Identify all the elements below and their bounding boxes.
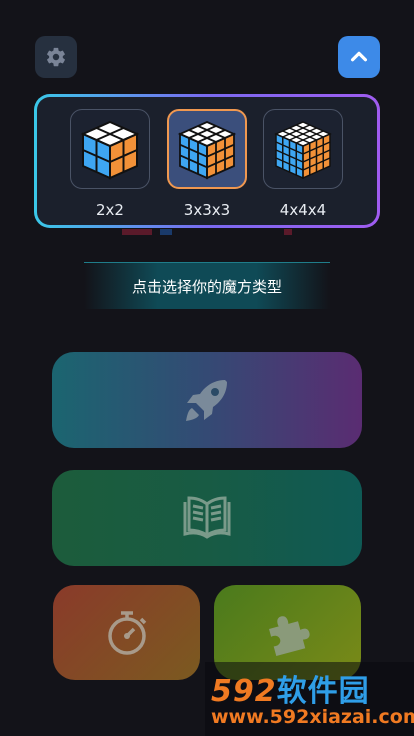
gear-icon (47, 47, 65, 67)
decor-mark (160, 229, 172, 235)
cube-4x4-icon (274, 121, 332, 180)
stopwatch-icon (107, 610, 146, 655)
timer-button[interactable] (53, 585, 200, 680)
hint-banner: 点击选择你的魔方类型 (84, 262, 330, 309)
watermark-url: www.592xiazai.com (211, 706, 414, 728)
start-button[interactable] (52, 352, 362, 448)
collapse-button[interactable] (338, 36, 380, 78)
cube-option-4x4x4[interactable] (263, 109, 343, 189)
cube-option-2x2[interactable] (70, 109, 150, 189)
cube-3x3-icon (177, 121, 237, 180)
cube-option-label: 2x2 (96, 201, 124, 219)
chevron-up-icon (350, 51, 368, 62)
cube-option-label: 4x4x4 (279, 201, 327, 219)
cube-option-label: 3x3x3 (183, 201, 231, 219)
rocket-icon (186, 380, 227, 421)
decor-mark (122, 229, 152, 235)
cube-option-3x3x3[interactable] (167, 109, 247, 189)
learn-button[interactable] (52, 470, 362, 566)
book-icon (183, 496, 231, 539)
decor-mark (284, 229, 292, 235)
watermark: 592软件园 www.592xiazai.com (205, 662, 414, 736)
puzzle-piece-icon (268, 615, 310, 656)
watermark-brand: 592软件园 (211, 674, 370, 709)
cube-2x2-icon (80, 120, 140, 180)
cube-type-selector: 2x2 3x3x3 4x4x4 (34, 94, 380, 228)
settings-button[interactable] (35, 36, 77, 78)
